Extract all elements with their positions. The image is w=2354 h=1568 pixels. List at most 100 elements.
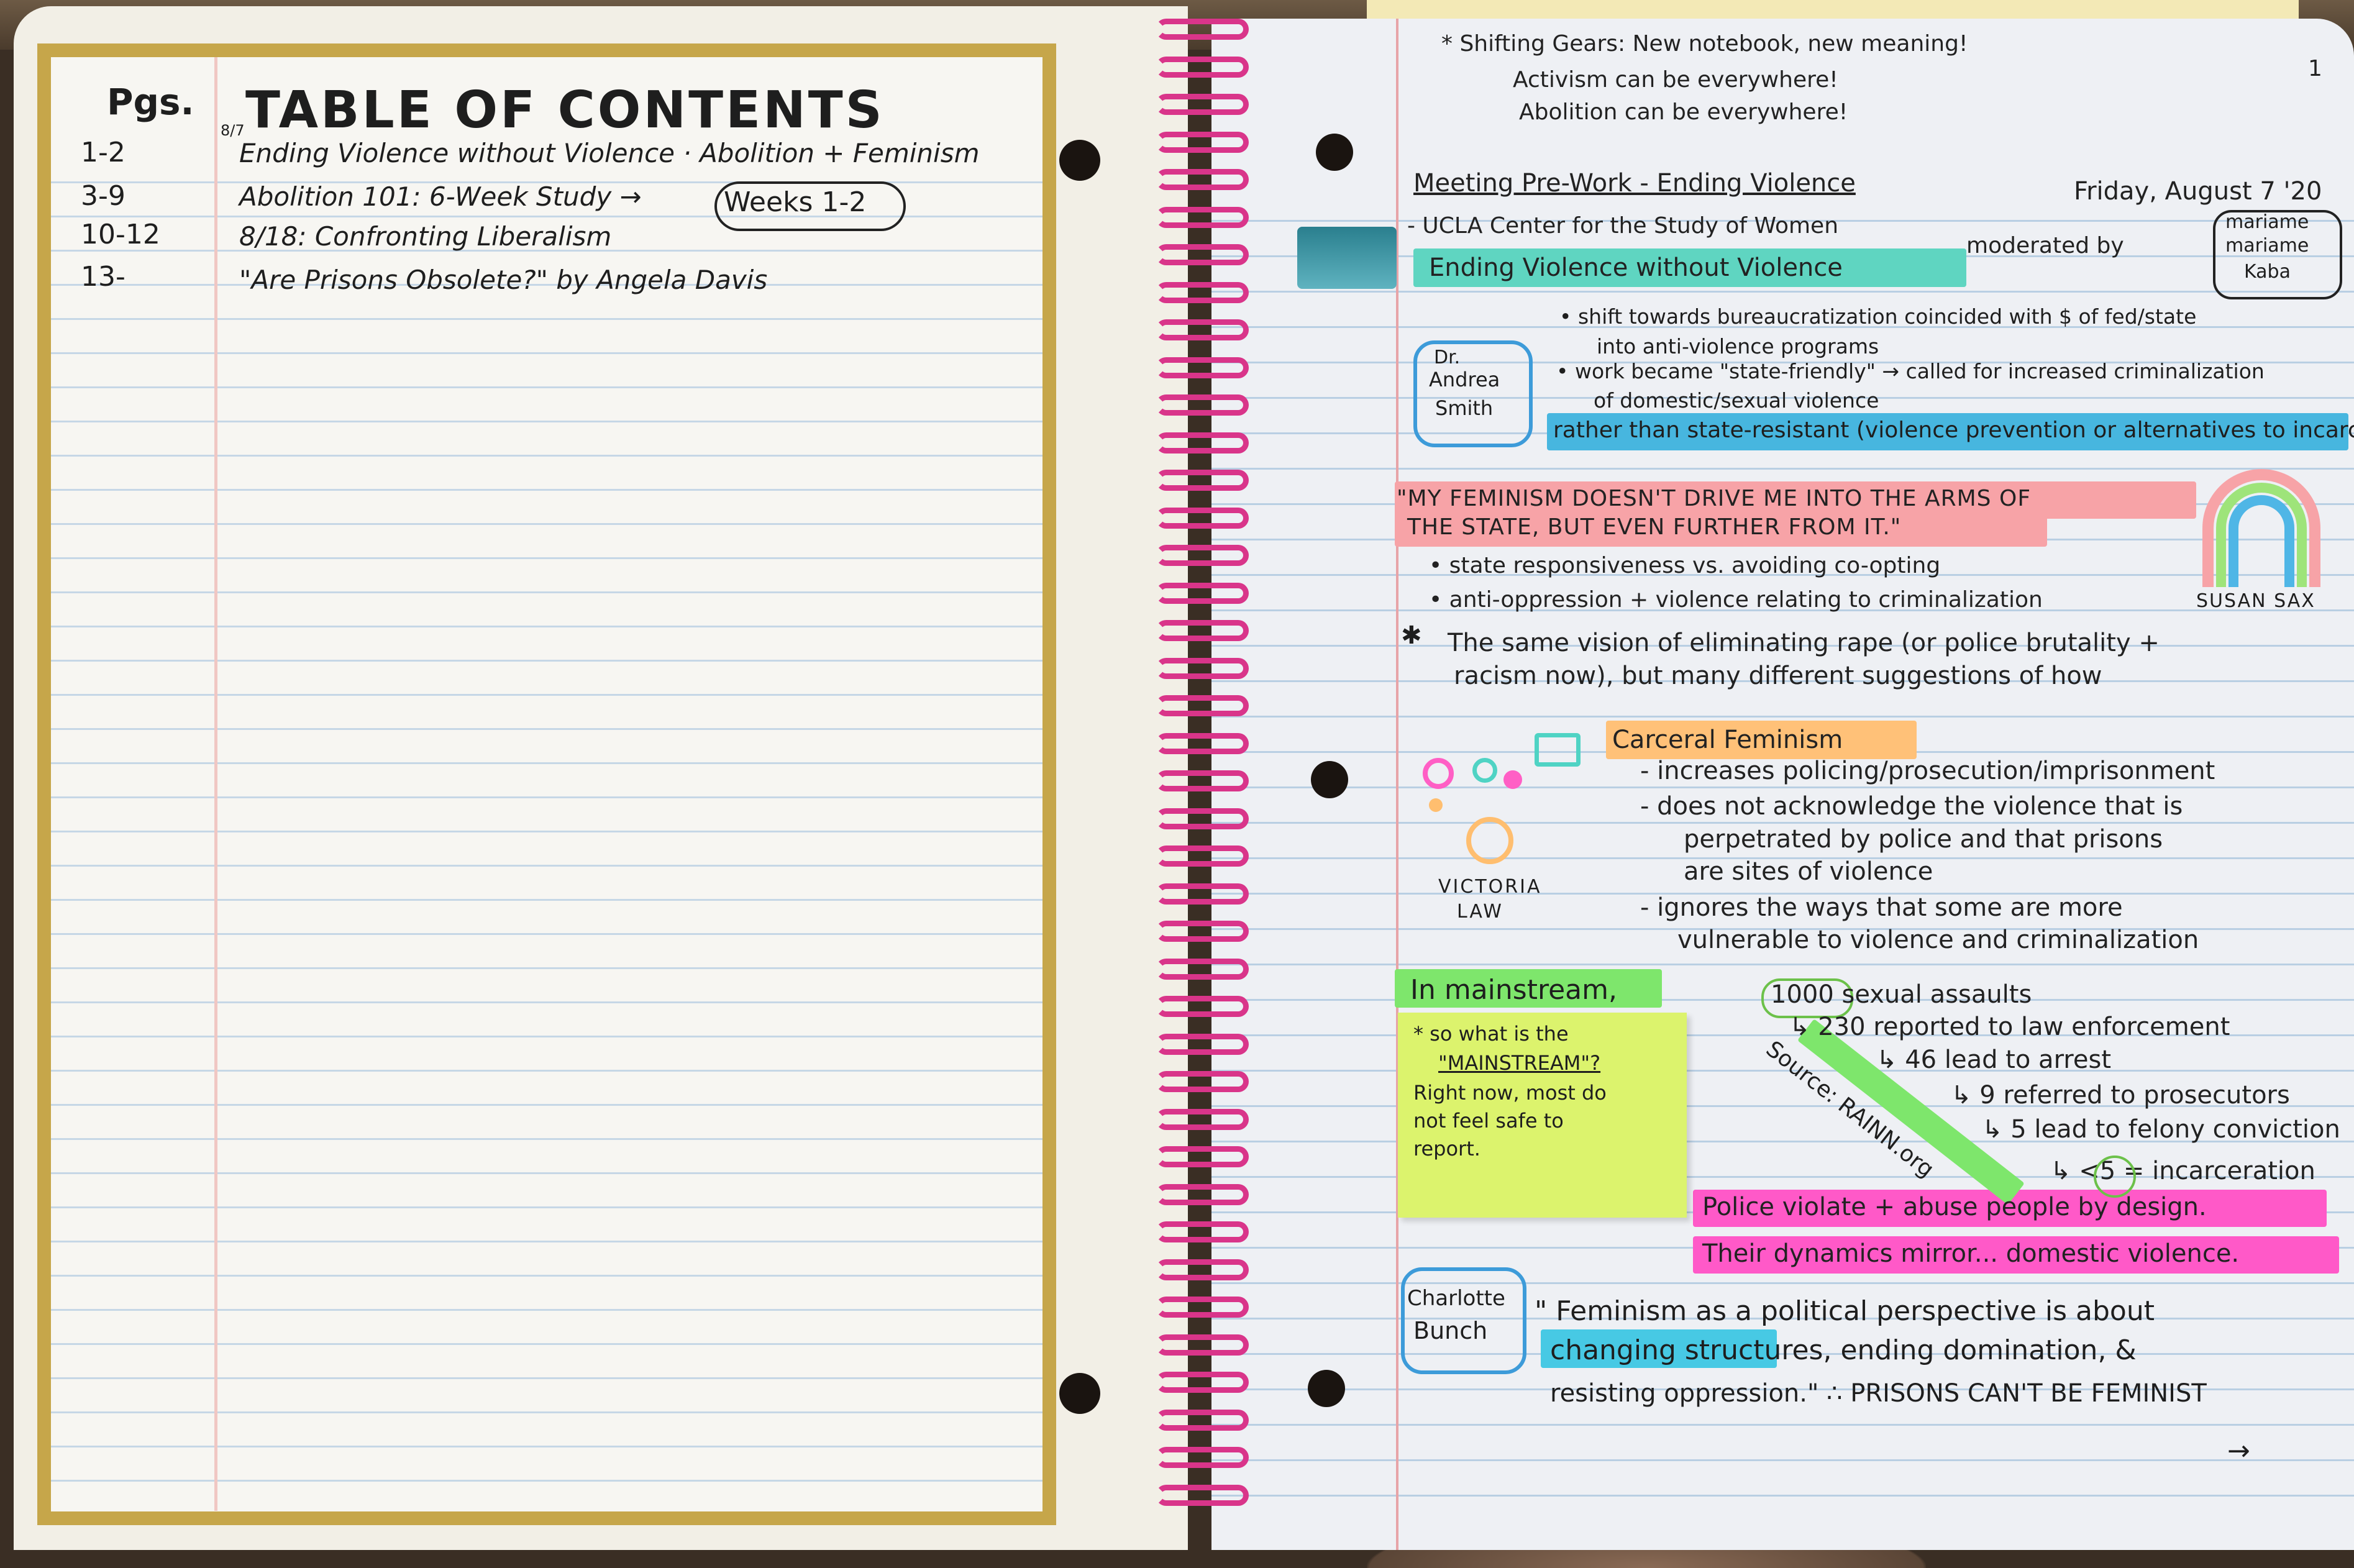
spiral-coil [1156, 394, 1249, 416]
spiral-coil [1156, 1108, 1249, 1130]
spiral-coil [1156, 319, 1249, 340]
toc-title: TABLE OF CONTENTS [245, 81, 885, 140]
note-line: racism now), but many different suggesti… [1454, 662, 2102, 690]
sticky-line: not feel safe to [1413, 1109, 1564, 1133]
star-icon: ✱ [1401, 621, 1422, 650]
rainbow-icon [2202, 469, 2320, 587]
highlighted-statement: Their dynamics mirror... domestic violen… [1702, 1239, 2240, 1268]
moderator-line: mariame [2225, 235, 2309, 257]
note-line: • state responsiveness vs. avoiding co-o… [1429, 553, 1941, 578]
sticky-line: report. [1413, 1137, 1480, 1160]
spiral-coil [1156, 507, 1249, 529]
quote-author: SUSAN SAX [2196, 590, 2315, 612]
quote-line: " Feminism as a political perspective is… [1535, 1295, 2155, 1327]
quote-line: resisting oppression." ∴ PRISONS CAN'T B… [1550, 1379, 2207, 1408]
spiral-coil [1156, 1297, 1249, 1318]
spiral-coil [1156, 94, 1249, 115]
spiral-coil [1156, 996, 1249, 1017]
toc-entry-pages: 13- [81, 261, 125, 293]
stat-circle [2094, 1155, 2136, 1198]
spiral-coil [1156, 921, 1249, 942]
event-title: Ending Violence without Violence [1429, 253, 1843, 282]
note-line: • work became "state-friendly" → called … [1556, 359, 2265, 383]
spiral-coil [1156, 357, 1249, 378]
intro-line: Abolition can be everywhere! [1519, 99, 1848, 125]
sticky-line: "MAINSTREAM"? [1438, 1051, 1601, 1075]
page-number: 1 [2308, 56, 2322, 81]
spiral-coil [1156, 545, 1249, 566]
spiral-coil [1156, 732, 1249, 754]
spiral-coil [1156, 1033, 1249, 1055]
spiral-coil [1156, 695, 1249, 716]
spiral-coil [1156, 1334, 1249, 1356]
stat-line: ↳ <5 = incarceration [2050, 1157, 2315, 1185]
host: - UCLA Center for the Study of Women [1407, 213, 1839, 239]
note-line: • anti-oppression + violence relating to… [1429, 587, 2043, 613]
spiral-coil [1156, 1183, 1249, 1205]
spiral-coil [1156, 432, 1249, 454]
spiral-coil [1156, 1146, 1249, 1167]
toc-date-note: 8/7 [221, 122, 245, 139]
note-line: - ignores the ways that some are more [1640, 893, 2123, 922]
note-line: - increases policing/prosecution/impriso… [1640, 757, 2215, 785]
toc-entry-pages: 1-2 [81, 137, 125, 168]
spiral-coil [1156, 1221, 1249, 1242]
spiral-coil [1156, 1409, 1249, 1431]
wave-sticker [1297, 227, 1397, 289]
pages-column-header: Pgs. [107, 81, 194, 123]
continue-arrow: → [2227, 1435, 2250, 1467]
moderator-line: mariame [2225, 211, 2309, 233]
stat-line: ↳ 230 reported to law enforcement [1789, 1013, 2230, 1041]
spiral-coil [1156, 883, 1249, 905]
rather-than-line: rather than state-resistant (violence pr… [1553, 417, 2354, 443]
speaker-bubble [1413, 340, 1533, 447]
stat-line: ↳ 5 lead to felony conviction [1982, 1115, 2340, 1144]
section-author: VICTORIA [1438, 876, 1542, 898]
note-line: The same vision of eliminating rape (or … [1448, 629, 2160, 657]
note-line: of domestic/sexual violence [1594, 388, 1879, 413]
spiral-coil [1156, 56, 1249, 78]
toc-margin-line [214, 57, 217, 1511]
note-line: are sites of violence [1684, 857, 1933, 886]
note-line: vulnerable to violence and criminalizati… [1677, 926, 2199, 954]
spiral-coil [1156, 770, 1249, 791]
sticky-line: * so what is the [1413, 1022, 1569, 1046]
note-line: • shift towards bureaucratization coinci… [1559, 304, 2197, 329]
spiral-coil [1156, 1447, 1249, 1468]
spiral-coil [1156, 244, 1249, 265]
spiral-coil [1156, 1259, 1249, 1280]
note-line: - does not acknowledge the violence that… [1640, 792, 2183, 821]
spiral-coil [1156, 582, 1249, 604]
stat-line: ↳ 46 lead to arrest [1876, 1046, 2112, 1074]
spiral-coil [1156, 206, 1249, 228]
stat-line: 1000 sexual assaults [1771, 980, 2032, 1009]
speaker-name: Andrea [1429, 368, 1500, 391]
note-line: into anti-violence programs [1597, 334, 1879, 358]
confetti-icon [1410, 708, 1581, 864]
section-heading: In mainstream, [1410, 974, 1617, 1006]
meeting-date: Friday, August 7 '20 [2074, 177, 2322, 206]
toc-ruled-lines [51, 149, 1042, 1510]
highlighted-statement: Police violate + abuse people by design. [1702, 1193, 2207, 1221]
spiral-binding [1156, 19, 1255, 1534]
spiral-coil [1156, 846, 1249, 867]
spiral-coil [1156, 470, 1249, 491]
speaker-name: Smith [1435, 396, 1494, 420]
weeks-note: Weeks 1-2 [724, 186, 867, 218]
sticky-line: Right now, most do [1413, 1081, 1607, 1105]
speaker-name: Dr. [1434, 347, 1461, 368]
toc-entry-title: Ending Violence without Violence · Aboli… [239, 138, 980, 168]
spiral-coil [1156, 1484, 1249, 1506]
quote-line: "MY FEMINISM DOESN'T DRIVE ME INTO THE A… [1397, 486, 2032, 511]
spiral-coil [1156, 19, 1249, 40]
spiral-coil [1156, 131, 1249, 153]
spiral-coil [1156, 281, 1249, 303]
spiral-coil [1156, 620, 1249, 641]
section-heading: Carceral Feminism [1612, 726, 1843, 754]
stat-line: ↳ 9 referred to prosecutors [1951, 1081, 2290, 1110]
toc-entry-title: Abolition 101: 6-Week Study → [239, 181, 642, 212]
speaker-name: Bunch [1413, 1317, 1488, 1344]
spiral-coil [1156, 1071, 1249, 1092]
meeting-title: Meeting Pre-Work - Ending Violence [1413, 169, 1856, 198]
toc-entry-pages: 3-9 [81, 180, 125, 212]
